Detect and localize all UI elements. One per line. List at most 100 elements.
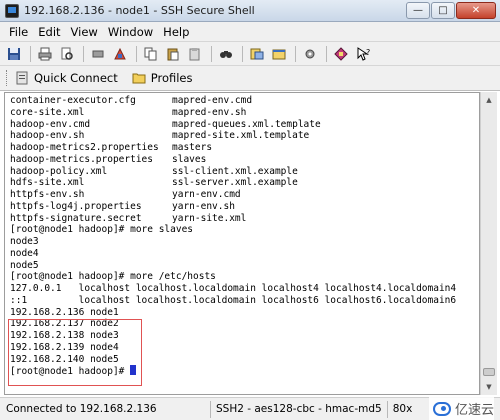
svg-text:?: ? [366, 48, 370, 57]
toolbar-separator [326, 45, 327, 62]
whats-this-icon[interactable]: ? [353, 45, 373, 63]
menu-help[interactable]: Help [163, 25, 189, 39]
file-name: mapred-site.xml.template [172, 130, 310, 142]
output-line: node4 [10, 247, 39, 259]
menu-edit[interactable]: Edit [38, 25, 60, 39]
host-entry: 192.168.2.140 node5 [10, 353, 119, 365]
terminal-output[interactable]: container-executor.cfg mapred-env.cmd core… [4, 92, 480, 395]
file-name: hadoop-metrics2.properties [10, 142, 159, 153]
quick-connect-button[interactable]: Quick Connect [15, 71, 118, 85]
file-listing-row: hadoop-env.sh mapred-site.xml.template [10, 130, 479, 142]
toolbar-separator [83, 45, 84, 62]
scroll-down-arrow-icon[interactable]: ▼ [481, 379, 497, 395]
watermark-logo-icon [432, 401, 451, 416]
file-name: hdfs-site.xml [10, 177, 85, 189]
find-file-icon[interactable] [57, 45, 77, 63]
close-button[interactable]: ✕ [456, 2, 496, 19]
menu-window[interactable]: Window [108, 25, 153, 39]
file-name: yarn-env.sh [172, 200, 235, 212]
paste-alt-icon[interactable] [185, 45, 205, 63]
toolbar-separator [242, 45, 243, 62]
maximize-button[interactable]: □ [431, 2, 455, 19]
toolbar-separator [136, 45, 137, 62]
output-line: node5 [10, 259, 39, 271]
host-entry: 192.168.2.137 node2 [10, 318, 119, 330]
file-name: httpfs-log4j.properties [10, 200, 142, 212]
watermark-text: 亿速云 [454, 403, 494, 418]
host-entry: 192.168.2.138 node3 [10, 330, 119, 341]
file-name: container-executor.cfg [10, 95, 136, 106]
settings-icon[interactable] [300, 45, 320, 63]
file-listing-row: httpfs-log4j.properties yarn-env.sh [10, 201, 479, 213]
menu-view[interactable]: View [71, 25, 98, 39]
file-listing-row: hdfs-site.xml ssl-server.xml.example [10, 177, 479, 189]
toolbar-separator [30, 45, 31, 62]
help-book-icon[interactable] [331, 45, 351, 63]
print-icon[interactable] [35, 45, 55, 63]
file-listing-row: hadoop-env.cmd mapred-queues.xml.template [10, 119, 479, 131]
file-listing-row: hadoop-metrics2.properties masters [10, 142, 479, 154]
terminal-size: 80x [386, 400, 418, 418]
toolbar-grip [6, 70, 9, 86]
toolbar: ? [0, 42, 500, 66]
minimize-button[interactable]: — [406, 2, 430, 19]
quick-connect-icon [15, 71, 29, 85]
folder-icon [132, 71, 146, 85]
file-listing-row: httpfs-env.sh yarn-env.cmd [10, 189, 479, 201]
copy-icon[interactable] [141, 45, 161, 63]
file-name: core-site.xml [10, 106, 85, 118]
host-entry: 192.168.2.139 node4 [10, 341, 119, 353]
file-name: mapred-env.sh [172, 106, 247, 118]
host-entry: 192.168.2.136 node1 [10, 306, 119, 318]
text-cursor [130, 365, 137, 376]
save-icon[interactable] [4, 45, 24, 63]
file-name: masters [172, 142, 213, 153]
scroll-up-arrow-icon[interactable]: ▲ [481, 92, 497, 108]
paste-icon[interactable] [163, 45, 183, 63]
file-listing-row: hadoop-policy.xml ssl-client.xml.example [10, 166, 479, 178]
output-line: ::1 localhost localhost.localdomain loca… [10, 294, 457, 306]
connect-icon[interactable] [110, 45, 130, 63]
output-line: node3 [10, 236, 39, 247]
profile-bar: Quick Connect Profiles [0, 66, 500, 91]
file-listing-row: core-site.xml mapred-env.sh [10, 107, 479, 119]
prompt-text: [root@node1 hadoop]# [10, 366, 131, 378]
window-title: 192.168.2.136 - node1 - SSH Secure Shell [24, 4, 255, 17]
disconnect-icon[interactable] [88, 45, 108, 63]
file-name: httpfs-signature.secret [10, 212, 142, 224]
file-name: ssl-client.xml.example [172, 165, 298, 177]
file-listing-row: hadoop-metrics.properties slaves [10, 154, 479, 166]
quick-connect-label: Quick Connect [34, 71, 118, 85]
menu-bar: File Edit View Window Help [0, 22, 500, 42]
file-name: hadoop-env.sh [10, 130, 85, 142]
protocol-status: SSH2 - aes128-cbc - hmac-md5 [210, 400, 387, 418]
scroll-thumb[interactable] [483, 368, 495, 376]
menu-file[interactable]: File [9, 25, 28, 39]
watermark: 亿速云 [428, 397, 494, 420]
ssh-app-icon [5, 3, 19, 18]
file-name: mapred-queues.xml.template [172, 118, 321, 130]
window-controls: — □ ✕ [406, 2, 496, 19]
status-bar: Connected to 192.168.2.136 SSH2 - aes128… [0, 397, 500, 420]
title-bar: 192.168.2.136 - node1 - SSH Secure Shell… [0, 0, 500, 22]
file-name: yarn-env.cmd [172, 189, 241, 200]
file-transfer-icon[interactable] [247, 45, 267, 63]
command-line: [root@node1 hadoop]# more slaves [10, 224, 194, 236]
output-line: 127.0.0.1 localhost localhost.localdomai… [10, 283, 457, 294]
file-name: httpfs-env.sh [10, 189, 85, 200]
new-window-icon[interactable] [269, 45, 289, 63]
toolbar-separator [295, 45, 296, 62]
file-name: hadoop-metrics.properties [10, 153, 153, 165]
file-name: slaves [172, 153, 207, 165]
vertical-scrollbar[interactable]: ▲ ▼ [480, 92, 497, 395]
prompt-line[interactable]: [root@node1 hadoop]# [10, 365, 479, 377]
file-name: hadoop-env.cmd [10, 118, 91, 130]
file-name: mapred-env.cmd [172, 95, 253, 106]
connection-status: Connected to 192.168.2.136 [6, 403, 157, 415]
profiles-button[interactable]: Profiles [132, 71, 193, 85]
command-line: [root@node1 hadoop]# more /etc/hosts [10, 271, 216, 283]
find-icon[interactable] [216, 45, 236, 63]
profiles-label: Profiles [150, 71, 193, 85]
file-name: yarn-site.xml [172, 212, 247, 224]
toolbar-separator [211, 45, 212, 62]
